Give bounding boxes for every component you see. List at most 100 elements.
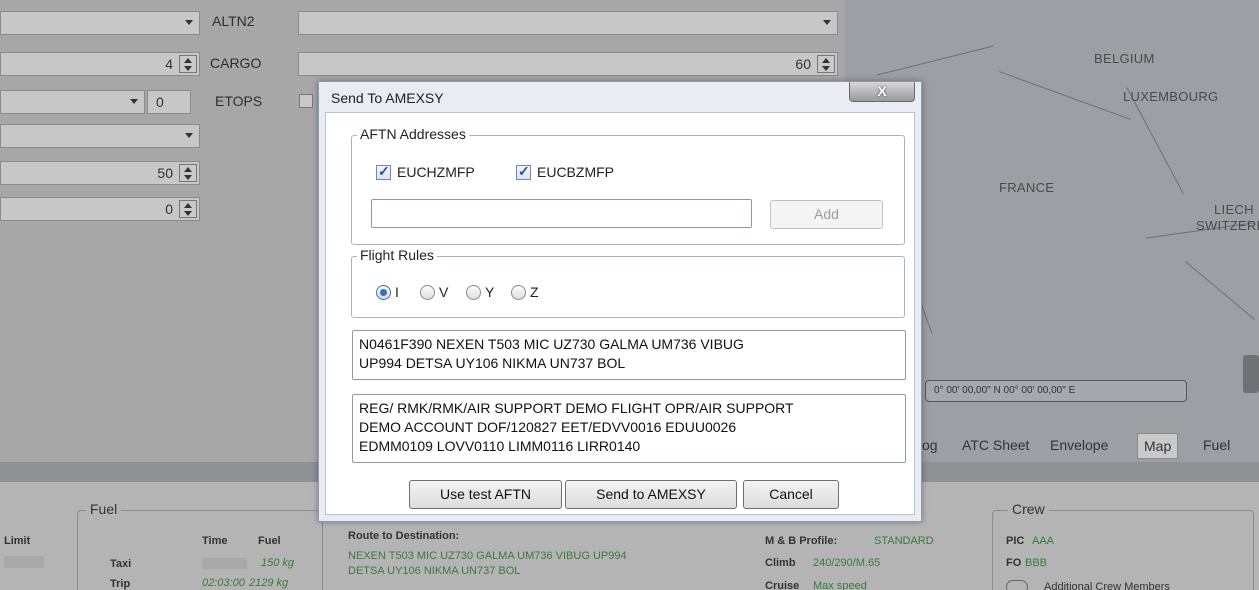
- flight-rule-label: Z: [530, 284, 539, 300]
- limit-bar: [4, 556, 44, 568]
- spin-icon[interactable]: [817, 55, 835, 73]
- use-test-aftn-button[interactable]: Use test AFTN: [409, 480, 562, 509]
- tab-log[interactable]: og: [922, 433, 938, 459]
- flight-rule-radio-v[interactable]: V: [420, 284, 448, 300]
- row3-value: 0: [156, 94, 164, 110]
- row1-combo[interactable]: [0, 11, 200, 35]
- fuel-row-time: 02:03:00: [202, 577, 245, 589]
- spin-icon[interactable]: [179, 164, 197, 182]
- chevron-down-icon: [130, 99, 138, 104]
- pic-value: AAA: [1032, 535, 1055, 547]
- checkbox-checked-icon[interactable]: [516, 163, 531, 180]
- row4-combo[interactable]: [0, 124, 200, 148]
- climb-value: 240/290/M.65: [813, 557, 881, 569]
- tab-fuel[interactable]: Fuel: [1203, 433, 1230, 459]
- flight-rule-label: V: [439, 284, 449, 300]
- close-icon: X: [877, 83, 887, 99]
- remarks-line: EDMM0109 LOVV0110 LIMM0116 LIRR0140: [359, 438, 641, 454]
- route-text-line: DETSA UY106 NIKMA UN737 BOL: [348, 565, 521, 577]
- remarks-line: REG/ RMK/RMK/AIR SUPPORT DEMO FLIGHT OPR…: [359, 400, 794, 416]
- cargo-label: CARGO: [210, 55, 262, 71]
- remarks-textarea[interactable]: REG/ RMK/RMK/AIR SUPPORT DEMO FLIGHT OPR…: [352, 394, 906, 463]
- aftn-legend: AFTN Addresses: [357, 126, 469, 142]
- crew-panel-title: Crew: [1008, 501, 1049, 517]
- add-address-button[interactable]: Add: [770, 200, 883, 229]
- spin-icon[interactable]: [179, 200, 197, 218]
- radio-icon[interactable]: [511, 284, 526, 300]
- flight-rule-label: I: [395, 284, 399, 300]
- taxi-time-bar: [202, 558, 247, 569]
- chevron-down-icon: [823, 20, 831, 25]
- cargo-stepper[interactable]: 60: [298, 52, 838, 76]
- fuel-fuel-header: Fuel: [258, 535, 281, 547]
- add-crew-icon[interactable]: [1006, 580, 1028, 590]
- row6-stepper[interactable]: 0: [0, 197, 200, 221]
- flight-rule-radio-i[interactable]: I: [376, 284, 399, 300]
- cancel-button[interactable]: Cancel: [743, 480, 839, 509]
- fo-value: BBB: [1025, 557, 1048, 569]
- cruise-value: Max speed: [813, 580, 867, 590]
- map-label-luxembourg: LUXEMBOURG: [1123, 89, 1219, 104]
- tab-envelope[interactable]: Envelope: [1050, 433, 1108, 459]
- row2-value: 4: [165, 56, 173, 72]
- row3-field[interactable]: 0: [147, 90, 191, 114]
- map-label-belgium: BELGIUM: [1094, 51, 1155, 66]
- map-label-liech: LIECH: [1214, 202, 1254, 217]
- fuel-panel-title: Fuel: [86, 501, 122, 517]
- route-line: UP994 DETSA UY106 NIKMA UN737 BOL: [359, 355, 626, 371]
- tab-atc-sheet[interactable]: ATC Sheet: [962, 433, 1029, 459]
- flight-rule-radio-z[interactable]: Z: [511, 284, 539, 300]
- flight-rule-label: Y: [485, 284, 495, 300]
- row5-stepper[interactable]: 50: [0, 161, 200, 185]
- fo-label: FO: [1006, 557, 1022, 569]
- cargo-value: 60: [795, 56, 811, 72]
- altn2-combo[interactable]: [298, 11, 838, 35]
- map-label-switzerland: SWITZERLA: [1196, 218, 1259, 233]
- checkbox-checked-icon[interactable]: [376, 163, 391, 180]
- tab-map[interactable]: Map: [1137, 433, 1179, 459]
- row3-combo[interactable]: [0, 90, 145, 114]
- cruise-label: Cruise: [765, 580, 800, 590]
- chevron-down-icon: [185, 133, 193, 138]
- aftn-address-label: EUCBZMFP: [537, 164, 614, 180]
- route-text-line: NEXEN T503 MIC UZ730 GALMA UM736 VIBUG U…: [348, 550, 627, 562]
- mb-profile-value: STANDARD: [874, 535, 934, 547]
- pic-label: PIC: [1006, 535, 1025, 547]
- border-line: [999, 71, 1131, 120]
- new-aftn-address-input[interactable]: [371, 199, 752, 228]
- map-zoom-handle[interactable]: [1243, 355, 1259, 393]
- fuel-row-label: Taxi: [110, 558, 132, 570]
- radio-icon[interactable]: [420, 284, 435, 300]
- spin-icon[interactable]: [179, 55, 197, 73]
- aftn-address-checkbox-euchzmfp[interactable]: EUCHZMFP: [376, 163, 475, 180]
- send-to-amexsy-button[interactable]: Send to AMEXSY: [565, 480, 737, 509]
- border-line: [876, 45, 994, 76]
- row2-stepper[interactable]: 4: [0, 52, 200, 76]
- route-textarea[interactable]: N0461F390 NEXEN T503 MIC UZ730 GALMA UM7…: [352, 330, 906, 380]
- etops-label: ETOPS: [215, 93, 263, 109]
- crew-panel: [992, 510, 1254, 590]
- climb-label: Climb: [765, 557, 796, 569]
- coordinate-readout: 0° 00' 00,00" N 00° 00' 00,00" E: [925, 380, 1187, 402]
- radio-icon[interactable]: [466, 284, 481, 300]
- fuel-row-value: 2129 kg: [249, 577, 289, 589]
- altn2-label: ALTN2: [212, 13, 255, 29]
- row5-value: 50: [157, 165, 173, 181]
- fuel-row-value: 150 kg: [261, 557, 295, 569]
- dialog-title: Send To AMEXSY: [331, 90, 444, 106]
- close-button[interactable]: X: [849, 82, 915, 102]
- limit-label: Limit: [4, 535, 31, 547]
- aftn-address-checkbox-eucbzmfp[interactable]: EUCBZMFP: [516, 163, 614, 180]
- flight-rule-radio-y[interactable]: Y: [466, 284, 494, 300]
- radio-selected-icon[interactable]: [376, 284, 391, 300]
- route-title: Route to Destination:: [348, 530, 460, 542]
- send-to-amexsy-dialog: Send To AMEXSY X AFTN Addresses EUCHZMFP…: [318, 81, 922, 522]
- remarks-line: DEMO ACCOUNT DOF/120827 EET/EDVV0016 EDU…: [359, 419, 737, 435]
- row6-value: 0: [165, 201, 173, 217]
- etops-checkbox[interactable]: [299, 94, 313, 108]
- flight-rules-legend: Flight Rules: [357, 247, 437, 263]
- aftn-address-label: EUCHZMFP: [397, 164, 475, 180]
- map-label-france: FRANCE: [999, 180, 1055, 195]
- border-line: [1185, 261, 1255, 320]
- additional-crew-label[interactable]: Additional Crew Members: [1044, 581, 1170, 590]
